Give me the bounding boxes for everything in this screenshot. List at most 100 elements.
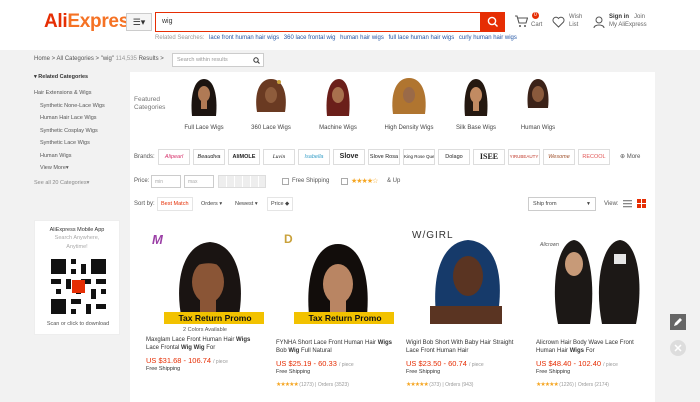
price-range-histogram[interactable] xyxy=(218,175,266,188)
related-link[interactable]: human hair wigs xyxy=(340,35,384,41)
product-image[interactable]: Alicrown xyxy=(536,224,654,324)
brand-chip[interactable]: Alipearl xyxy=(158,149,190,165)
brand-chip[interactable]: Dolago xyxy=(438,149,470,165)
title-text: Maxglam Lace Front Human Hair xyxy=(146,337,235,343)
sort-best-match[interactable]: Best Match xyxy=(157,197,193,211)
account-menu[interactable]: Sign in Join My AliExpress xyxy=(593,14,663,38)
featured-category-human[interactable]: Human Wigs xyxy=(506,76,570,131)
featured-category-full-lace[interactable]: Full Lace Wigs xyxy=(172,76,236,131)
sort-price[interactable]: Price ◆ xyxy=(267,197,294,211)
category-menu-button[interactable]: ☰▾ xyxy=(126,13,152,31)
free-shipping-checkbox[interactable] xyxy=(282,178,289,185)
product-title[interactable]: Wigirl Bob Short With Baby Hair Straight… xyxy=(406,339,524,355)
wish-list-button[interactable]: Wish List xyxy=(552,14,588,38)
free-shipping-label: Free Shipping xyxy=(292,178,330,184)
search-input[interactable]: wig xyxy=(155,12,481,32)
product-card[interactable]: W/GIRL Wigirl Bob Short With Baby Hair S… xyxy=(406,224,524,388)
sidebar-item-synthetic-none-lace[interactable]: Synthetic None-Lace Wigs xyxy=(34,100,124,113)
join-link[interactable]: Join xyxy=(634,14,645,21)
featured-category-machine[interactable]: Machine Wigs xyxy=(306,76,370,131)
search-within-placeholder: Search within results xyxy=(177,57,228,63)
sort-orders[interactable]: Orders ▾ xyxy=(197,197,226,211)
ship-from-select[interactable]: Ship from ▼ xyxy=(528,197,596,211)
brand-chip[interactable]: RECOOL xyxy=(578,149,610,165)
aliexpress-logo[interactable]: AliExpress xyxy=(44,11,140,33)
title-text: FYNHA Short Lace Front Human Hair xyxy=(276,340,377,346)
free-shipping-tag: Free Shipping xyxy=(536,369,571,375)
sort-by-label: Sort by: xyxy=(134,201,155,207)
product-image[interactable]: D Tax Return Promo xyxy=(276,224,394,324)
sidebar-item-human-wigs[interactable]: Human Wigs xyxy=(34,150,124,163)
brand-logo: D xyxy=(284,232,293,246)
product-card[interactable]: M Tax Return Promo 2 Colors Available Ma… xyxy=(146,224,264,372)
sort-newest[interactable]: Newest ▾ xyxy=(231,197,262,211)
close-icon xyxy=(674,344,682,352)
brand-chip[interactable]: YIRUBEAUTY xyxy=(508,149,540,165)
sidebar-item-synthetic-cosplay[interactable]: Synthetic Cosplay Wigs xyxy=(34,125,124,138)
brand-chip[interactable]: Isabella xyxy=(298,149,330,165)
list-view-icon[interactable] xyxy=(623,199,632,208)
price-max-input[interactable]: max xyxy=(184,175,214,188)
review-count[interactable]: (1226) xyxy=(559,382,573,388)
review-count[interactable]: (373) xyxy=(429,382,441,388)
product-title[interactable]: Maxglam Lace Front Human Hair Wigs Lace … xyxy=(146,336,264,352)
qr-code[interactable] xyxy=(51,259,106,314)
more-brands-button[interactable]: ⊕ More xyxy=(620,153,640,160)
related-link[interactable]: 360 lace frontal wig xyxy=(284,35,336,41)
search-within-input[interactable]: Search within results xyxy=(172,53,264,67)
review-count[interactable]: (1273) xyxy=(299,382,313,388)
breadcrumb: Home > All Categories > "wig" 114,535 Re… xyxy=(34,56,164,62)
product-card[interactable]: Alicrown Alicrown Hair Body Wave Lace Fr… xyxy=(536,224,654,388)
brand-chip[interactable]: Slove Rosa xyxy=(368,149,400,165)
brand-chip[interactable]: Wesome xyxy=(543,149,575,165)
price-unit: / piece xyxy=(468,362,484,368)
category-thumbnail xyxy=(318,76,358,116)
breadcrumb-path[interactable]: Home > All Categories > "wig" xyxy=(34,56,114,62)
grid-view-icon[interactable] xyxy=(637,199,646,208)
cart-button[interactable]: 0 Cart xyxy=(514,12,550,36)
sidebar-item-synthetic-lace[interactable]: Synthetic Lace Wigs xyxy=(34,137,124,150)
sidebar-title: ▾ Related Categories xyxy=(34,74,89,80)
related-link[interactable]: full lace human hair wigs xyxy=(389,35,455,41)
rating-row: ★★★★★ (1273) | Orders (3523) xyxy=(276,382,349,388)
product-card[interactable]: D Tax Return Promo FYNHA Short Lace Fron… xyxy=(276,224,394,388)
price-value: US $23.50 - 60.74 xyxy=(406,359,467,368)
related-link[interactable]: curly human hair wigs xyxy=(459,35,517,41)
sidebar-item-hair-extensions[interactable]: Hair Extensions & Wigs xyxy=(34,87,124,100)
see-all-categories-link[interactable]: See all 20 Categories▾ xyxy=(34,177,124,190)
brand-chip[interactable]: Luvin xyxy=(263,149,295,165)
brand-chip[interactable]: Beaudiva xyxy=(193,149,225,165)
search-button[interactable] xyxy=(481,12,505,32)
product-title[interactable]: FYNHA Short Lace Front Human Hair Wigs B… xyxy=(276,339,394,355)
product-title[interactable]: Alicrown Hair Body Wave Lace Front Human… xyxy=(536,339,654,355)
related-link[interactable]: lace front human hair wigs xyxy=(209,35,279,41)
sidebar-item-human-hair-lace[interactable]: Human Hair Lace Wigs xyxy=(34,112,124,125)
brand-chip[interactable]: ISEE xyxy=(473,149,505,165)
brand-chip[interactable]: King Rose Queen xyxy=(403,149,435,165)
featured-category-high-density[interactable]: High Density Wigs xyxy=(377,76,441,131)
order-count: Orders (943) xyxy=(445,382,474,388)
product-image[interactable]: W/GIRL xyxy=(406,224,524,324)
featured-category-silk-base[interactable]: Silk Base Wigs xyxy=(444,76,508,131)
price-value: US $25.19 - 60.33 xyxy=(276,359,337,368)
rating-checkbox[interactable] xyxy=(341,178,348,185)
my-aliexpress-link[interactable]: My AliExpress xyxy=(609,22,647,29)
close-float-button[interactable] xyxy=(670,340,686,356)
wish-label: Wish xyxy=(569,14,583,20)
sign-in-link[interactable]: Sign in xyxy=(609,14,629,21)
brand-chip[interactable]: Slove xyxy=(333,149,365,165)
price-label: Price: xyxy=(134,178,150,184)
main-content: Featured Categories Full Lace Wigs 360 L… xyxy=(130,72,655,402)
sidebar-view-more[interactable]: View More▾ xyxy=(34,162,124,175)
mobile-app-panel: AliExpress Mobile App Search Anywhere, A… xyxy=(34,220,120,335)
title-text: For xyxy=(585,348,595,354)
cart-icon xyxy=(515,15,528,27)
feedback-button[interactable] xyxy=(670,314,686,330)
brand-chip[interactable]: AliMOLE xyxy=(228,149,260,165)
price-min-input[interactable]: min xyxy=(151,175,181,188)
featured-category-360-lace[interactable]: 360 Lace Wigs xyxy=(239,76,303,131)
scan-to-download-link[interactable]: Scan or click to download xyxy=(35,321,121,327)
title-text: Lace Frontal xyxy=(146,345,180,351)
search-icon[interactable] xyxy=(253,57,260,64)
product-image[interactable]: M Tax Return Promo xyxy=(146,224,264,324)
